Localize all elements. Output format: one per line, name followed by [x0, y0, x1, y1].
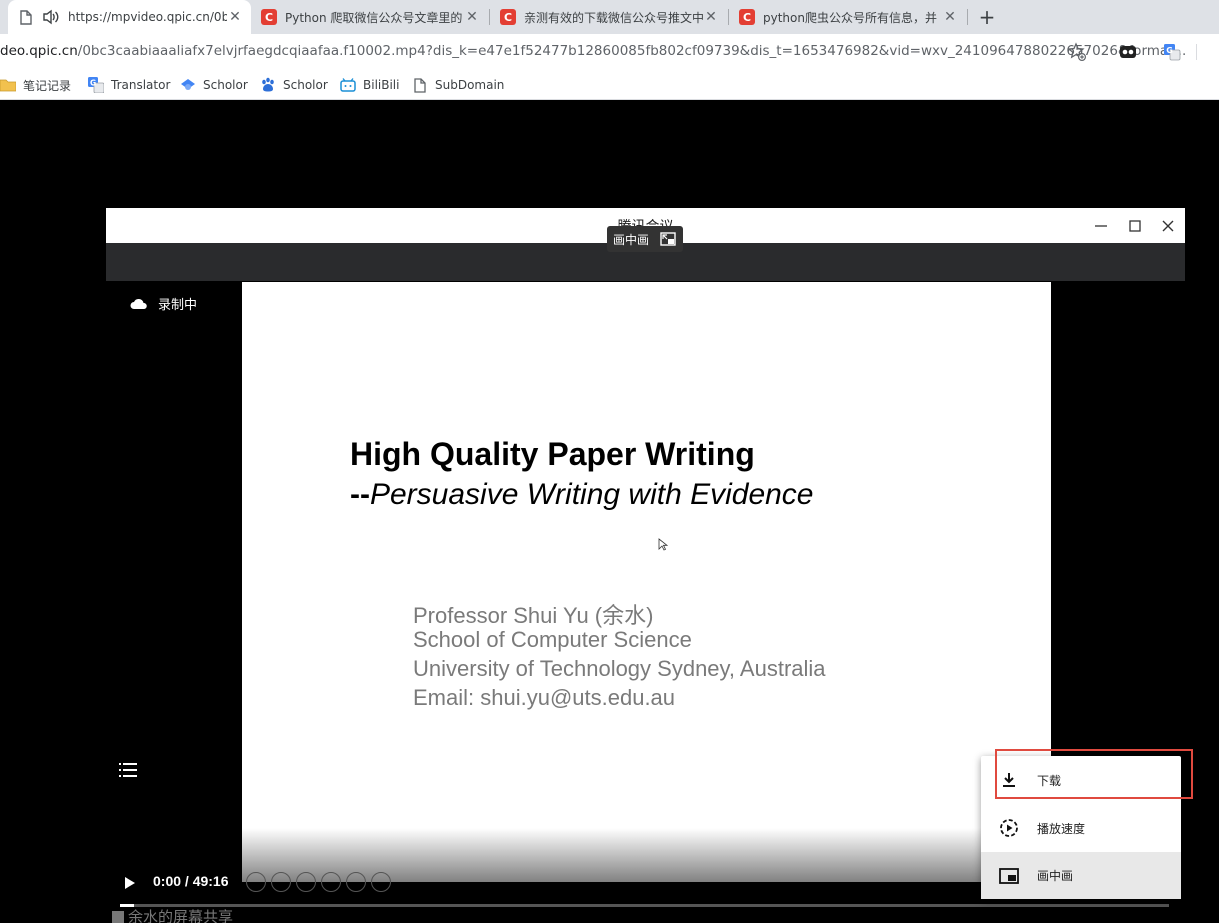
pip-tooltip[interactable]: 画中画 [607, 226, 683, 252]
translate-icon: G [88, 77, 104, 93]
tab-separator [967, 9, 968, 25]
scholar-icon [180, 77, 196, 93]
bookmark-translator[interactable]: G Translator [88, 75, 170, 95]
tool-button[interactable] [246, 872, 266, 892]
cloud-icon [130, 298, 147, 309]
add-favorite-icon[interactable] [1067, 42, 1087, 62]
recording-label: 录制中 [158, 298, 198, 313]
bilibili-icon [340, 77, 356, 93]
play-icon[interactable] [122, 873, 138, 893]
bookmark-subdomain[interactable]: SubDomain [412, 75, 504, 95]
download-highlight-box [995, 749, 1193, 799]
bookmark-label: Scholor [203, 78, 248, 92]
bookmark-bilibili[interactable]: BiliBili [340, 75, 399, 95]
bookmark-label: Translator [111, 78, 171, 92]
annotation-tools [246, 872, 391, 892]
tab-python-wechat-article[interactable]: C Python 爬取微信公众号文章里的 ✕ [251, 0, 488, 34]
bookmark-label: Scholor [283, 78, 328, 92]
tab-title: https://mpvideo.qpic.cn/0bc3 [68, 10, 227, 24]
url-host: deo.qpic.cn [0, 43, 78, 59]
tool-button[interactable] [371, 872, 391, 892]
bookmark-scholar-google[interactable]: Scholor [180, 75, 248, 95]
audio-icon[interactable] [42, 9, 60, 25]
bookmark-label: BiliBili [363, 78, 400, 92]
page-icon [18, 9, 34, 25]
screen-share-text: 余水的屏幕共享 [128, 908, 234, 923]
slide-subtitle: --Persuasive Writing with Evidence [350, 478, 814, 512]
extension-icon[interactable] [1118, 42, 1138, 62]
tab-title: 亲测有效的下载微信公众号推文中 [524, 10, 703, 25]
page-icon [412, 77, 428, 93]
progress-fill [120, 904, 134, 907]
minimize-button[interactable] [1091, 216, 1111, 236]
csdn-icon: C [500, 9, 516, 25]
csdn-icon: C [739, 9, 755, 25]
bookmark-label: 笔记记录 [23, 78, 72, 93]
url-path: /0bc3caabiaaaliafx7elvjrfaegdcqiaafaa.f1… [77, 43, 1187, 59]
slide-university: University of Technology Sydney, Austral… [413, 656, 826, 681]
menu-divider [1196, 44, 1197, 60]
csdn-icon: C [261, 9, 277, 25]
slide-title: High Quality Paper Writing [350, 436, 755, 472]
playback-speed-icon [998, 817, 1020, 839]
slide-subtitle-prefix: -- [350, 478, 370, 511]
svg-text:G: G [90, 79, 96, 88]
close-icon[interactable]: ✕ [942, 9, 958, 25]
bookmark-scholar-baidu[interactable]: Scholor [260, 75, 328, 95]
slide-school: School of Computer Science [413, 627, 692, 652]
tab-title: Python 爬取微信公众号文章里的 [285, 10, 463, 25]
close-icon[interactable]: ✕ [703, 9, 719, 25]
picture-in-picture-icon [998, 865, 1020, 887]
new-tab-button[interactable]: + [975, 5, 999, 29]
tool-button[interactable] [346, 872, 366, 892]
close-icon[interactable]: ✕ [464, 9, 480, 25]
menu-item-label: 播放速度 [1037, 821, 1086, 836]
pip-tooltip-label: 画中画 [613, 232, 650, 247]
slide-email: Email: shui.yu@uts.edu.au [413, 685, 676, 710]
menu-item-label: 画中画 [1037, 869, 1074, 883]
mouse-cursor-icon [658, 538, 668, 551]
screen-share-label: 余水的屏幕共享 [112, 906, 233, 923]
tab-title: python爬虫公众号所有信息，并 [763, 10, 937, 25]
folder-icon [0, 77, 16, 93]
shared-slide: High Quality Paper Writing --Persuasive … [242, 282, 1051, 882]
recording-indicator: 录制中 [130, 294, 197, 313]
bookmark-label: SubDomain [435, 78, 505, 92]
paw-icon [260, 77, 276, 93]
url-field[interactable]: deo.qpic.cn/0bc3caabiaaaliafx7elvjrfaegd… [0, 43, 1186, 59]
menu-item-playback-speed[interactable]: 播放速度 [981, 804, 1181, 852]
progress-bar[interactable] [120, 904, 1169, 907]
list-icon[interactable] [118, 760, 138, 780]
slide-author: Professor Shui Yu (余水) [413, 603, 654, 628]
close-icon[interactable]: ✕ [227, 9, 243, 25]
bookmark-notes[interactable]: 笔记记录 [0, 75, 71, 95]
menu-item-picture-in-picture[interactable]: 画中画 [981, 852, 1181, 899]
close-window-button[interactable] [1158, 216, 1178, 236]
address-bar: deo.qpic.cn/0bc3caabiaaaliafx7elvjrfaegd… [0, 34, 1219, 70]
translate-icon[interactable]: G [1162, 42, 1182, 62]
tool-button[interactable] [296, 872, 316, 892]
tab-bar: https://mpvideo.qpic.cn/0bc3 ✕ C Python … [0, 0, 1219, 34]
svg-text:G: G [1166, 46, 1173, 55]
tab-python-crawler-account[interactable]: C python爬虫公众号所有信息，并 ✕ [729, 0, 966, 34]
tab-download-wechat-post[interactable]: C 亲测有效的下载微信公众号推文中 ✕ [490, 0, 727, 34]
slide-subtitle-text: Persuasive Writing with Evidence [369, 478, 814, 511]
maximize-button[interactable] [1125, 216, 1145, 236]
pip-exit-icon [660, 232, 676, 246]
time-display: 0:00 / 49:16 [153, 873, 229, 889]
bookmarks-bar: 笔记记录 G Translator Scholor Scholor BiliBi… [0, 70, 1219, 100]
tab-mpvideo[interactable]: https://mpvideo.qpic.cn/0bc3 ✕ [8, 0, 251, 34]
tool-button[interactable] [271, 872, 291, 892]
screen-icon [112, 910, 124, 923]
tool-button[interactable] [321, 872, 341, 892]
